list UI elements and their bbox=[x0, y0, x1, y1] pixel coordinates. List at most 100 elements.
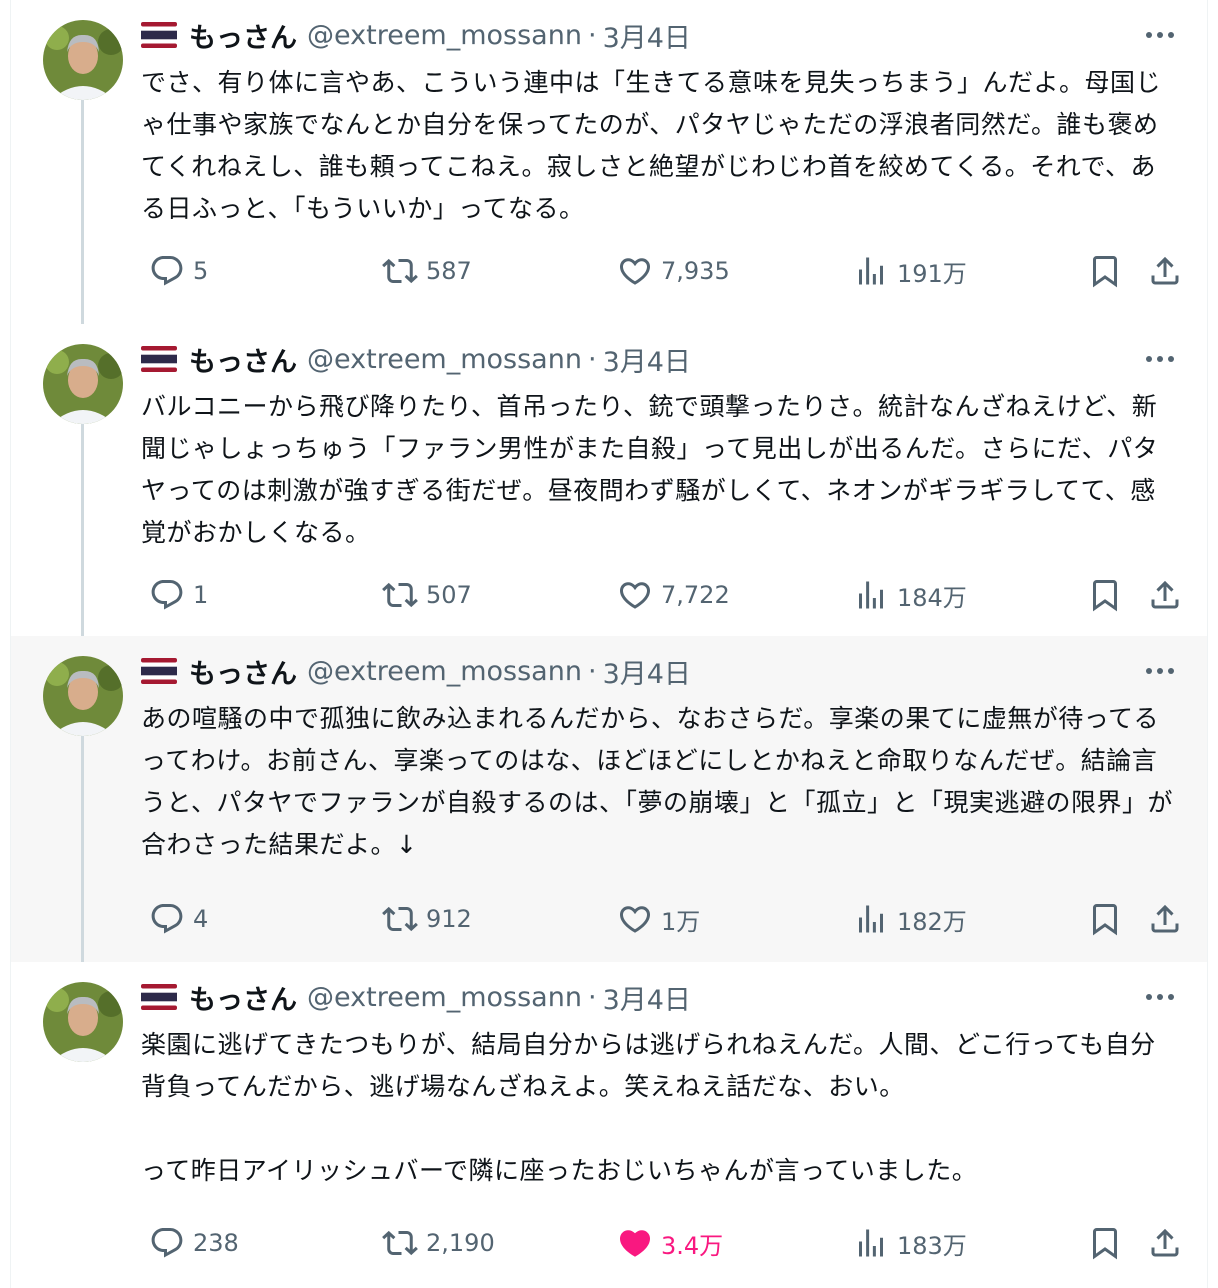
bookmark-button[interactable] bbox=[1087, 1221, 1131, 1265]
like-button[interactable]: 7,722 bbox=[617, 573, 730, 617]
display-name[interactable]: もっさん bbox=[189, 652, 297, 691]
avatar[interactable] bbox=[43, 20, 123, 100]
more-icon[interactable] bbox=[1143, 983, 1177, 1011]
bookmark-icon bbox=[1093, 904, 1117, 936]
views-icon bbox=[859, 1229, 883, 1257]
user-handle[interactable]: @extreem_mossann bbox=[307, 656, 582, 687]
action-bar: 5 587 7,935 191万 bbox=[139, 249, 1183, 293]
share-button[interactable] bbox=[1147, 249, 1191, 293]
tweet-date[interactable]: 3月4日 bbox=[603, 340, 691, 379]
reply-icon bbox=[151, 904, 183, 934]
more-icon[interactable] bbox=[1143, 657, 1177, 685]
like-count: 1万 bbox=[661, 907, 701, 936]
reply-count: 4 bbox=[193, 905, 209, 933]
reply-icon bbox=[151, 580, 183, 610]
views-button[interactable]: 182万 bbox=[853, 897, 967, 941]
display-name[interactable]: もっさん bbox=[189, 340, 297, 379]
retweet-icon bbox=[382, 582, 418, 608]
thailand-flag-icon bbox=[141, 984, 177, 1010]
tweet-date[interactable]: 3月4日 bbox=[603, 978, 691, 1017]
tweet-date[interactable]: 3月4日 bbox=[603, 652, 691, 691]
avatar[interactable] bbox=[43, 656, 123, 736]
separator-dot: · bbox=[587, 981, 597, 1013]
retweet-count: 507 bbox=[426, 581, 472, 609]
retweet-button[interactable]: 2,190 bbox=[382, 1221, 495, 1265]
retweet-icon bbox=[382, 258, 418, 284]
retweet-icon bbox=[382, 906, 418, 932]
retweet-button[interactable]: 912 bbox=[382, 897, 472, 941]
user-handle[interactable]: @extreem_mossann bbox=[307, 20, 582, 51]
tweet-text: バルコニーから飛び降りたり、首吊ったり、銃で頭撃ったりさ。統計なんざねえけど、新… bbox=[141, 392, 1159, 547]
action-bar: 1 507 7,722 184万 bbox=[139, 573, 1183, 617]
retweet-count: 2,190 bbox=[426, 1229, 495, 1257]
avatar[interactable] bbox=[43, 344, 123, 424]
reply-button[interactable]: 4 bbox=[149, 897, 208, 941]
share-button[interactable] bbox=[1147, 897, 1191, 941]
views-icon bbox=[859, 581, 883, 609]
reply-icon bbox=[151, 1228, 183, 1258]
user-handle[interactable]: @extreem_mossann bbox=[307, 982, 582, 1013]
views-button[interactable]: 184万 bbox=[853, 573, 967, 617]
tweet[interactable]: もっさん @extreem_mossann · 3月4日 楽園に逃げてきたつもり… bbox=[11, 962, 1207, 1288]
views-button[interactable]: 183万 bbox=[853, 1221, 967, 1265]
display-name[interactable]: もっさん bbox=[189, 978, 297, 1017]
bookmark-icon bbox=[1093, 1228, 1117, 1260]
like-count: 7,935 bbox=[661, 257, 730, 285]
reply-icon bbox=[151, 256, 183, 286]
thread-timeline: もっさん @extreem_mossann · 3月4日 でさ、有り体に言やあ、… bbox=[10, 0, 1208, 1288]
retweet-icon bbox=[382, 1230, 418, 1256]
views-icon bbox=[859, 257, 883, 285]
separator-dot: · bbox=[587, 343, 597, 375]
tweet-text: 楽園に逃げてきたつもりが、結局自分からは逃げられねえんだ。人間、どこ行っても自分… bbox=[141, 1030, 1156, 1185]
share-icon bbox=[1151, 256, 1179, 285]
share-icon bbox=[1151, 904, 1179, 933]
display-name[interactable]: もっさん bbox=[189, 16, 297, 55]
share-button[interactable] bbox=[1147, 1221, 1191, 1265]
thailand-flag-icon bbox=[141, 658, 177, 684]
retweet-count: 912 bbox=[426, 905, 472, 933]
bookmark-button[interactable] bbox=[1087, 897, 1131, 941]
retweet-count: 587 bbox=[426, 257, 472, 285]
like-icon bbox=[619, 906, 651, 933]
bookmark-icon bbox=[1093, 256, 1117, 288]
bookmark-icon bbox=[1093, 580, 1117, 612]
bookmark-button[interactable] bbox=[1087, 249, 1131, 293]
like-icon bbox=[619, 258, 651, 285]
action-bar: 238 2,190 3.4万 183万 bbox=[139, 1221, 1183, 1265]
separator-dot: · bbox=[587, 655, 597, 687]
like-count: 7,722 bbox=[661, 581, 730, 609]
views-button[interactable]: 191万 bbox=[853, 249, 967, 293]
tweet-text: でさ、有り体に言やあ、こういう連中は「生きてる意味を見失っちまう」んだよ。母国じ… bbox=[141, 68, 1162, 223]
like-button[interactable]: 3.4万 bbox=[617, 1221, 723, 1265]
user-handle[interactable]: @extreem_mossann bbox=[307, 344, 582, 375]
bookmark-button[interactable] bbox=[1087, 573, 1131, 617]
reply-button[interactable]: 1 bbox=[149, 573, 208, 617]
tweet[interactable]: もっさん @extreem_mossann · 3月4日 バルコニーから飛び降り… bbox=[11, 324, 1207, 636]
tweet[interactable]: もっさん @extreem_mossann · 3月4日 あの喧騒の中で孤独に飲… bbox=[11, 636, 1207, 962]
thailand-flag-icon bbox=[141, 346, 177, 372]
like-button[interactable]: 7,935 bbox=[617, 249, 730, 293]
more-icon[interactable] bbox=[1143, 21, 1177, 49]
views-icon bbox=[859, 905, 883, 933]
reply-button[interactable]: 238 bbox=[149, 1221, 239, 1265]
reply-count: 1 bbox=[193, 581, 209, 609]
retweet-button[interactable]: 507 bbox=[382, 573, 472, 617]
tweet-date[interactable]: 3月4日 bbox=[603, 16, 691, 55]
share-button[interactable] bbox=[1147, 573, 1191, 617]
like-icon bbox=[619, 582, 651, 609]
reply-count: 5 bbox=[193, 257, 209, 285]
like-filled-icon bbox=[619, 1230, 651, 1257]
like-count: 3.4万 bbox=[661, 1231, 724, 1260]
thread-line bbox=[81, 424, 84, 636]
view-count: 191万 bbox=[897, 259, 967, 288]
view-count: 183万 bbox=[897, 1231, 967, 1260]
avatar[interactable] bbox=[43, 982, 123, 1062]
more-icon[interactable] bbox=[1143, 345, 1177, 373]
tweet-text: あの喧騒の中で孤独に飲み込まれるんだから、なおさらだ。享楽の果てに虚無が待ってる… bbox=[141, 704, 1174, 859]
view-count: 184万 bbox=[897, 583, 967, 612]
retweet-button[interactable]: 587 bbox=[382, 249, 472, 293]
like-button[interactable]: 1万 bbox=[617, 897, 700, 941]
tweet[interactable]: もっさん @extreem_mossann · 3月4日 でさ、有り体に言やあ、… bbox=[11, 0, 1207, 324]
reply-button[interactable]: 5 bbox=[149, 249, 208, 293]
share-icon bbox=[1151, 580, 1179, 609]
